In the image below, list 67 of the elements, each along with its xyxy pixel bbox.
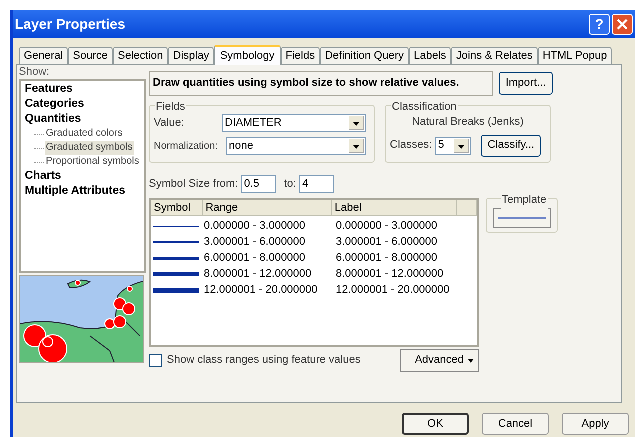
tab[interactable]: Fields bbox=[280, 47, 320, 64]
tab[interactable]: Labels bbox=[408, 47, 452, 64]
tab[interactable]: Selection bbox=[113, 47, 168, 64]
table-cell-text: 6.000001 - 8.000000 bbox=[203, 250, 307, 266]
dialog-button[interactable]: OK bbox=[402, 413, 469, 435]
tree-item[interactable]: Graduated colors bbox=[45, 127, 124, 141]
checkbox[interactable] bbox=[149, 354, 162, 367]
tab[interactable]: Definition Query bbox=[320, 47, 409, 64]
dropdown-arrow-icon bbox=[349, 139, 364, 153]
template-button[interactable] bbox=[493, 208, 551, 228]
group-title: Template bbox=[501, 192, 548, 208]
help-button[interactable]: ? bbox=[589, 14, 610, 34]
tree-item[interactable]: Quantities bbox=[24, 112, 82, 127]
window-title: Layer Properties bbox=[15, 14, 126, 34]
show-label: Show: bbox=[19, 67, 51, 78]
dialog-button[interactable]: Cancel bbox=[482, 413, 549, 435]
table-cell-text: 0.000000 - 3.000000 bbox=[335, 218, 438, 234]
table-cell-text: 0.000000 - 3.000000 bbox=[203, 218, 307, 234]
classes-dropdown[interactable]: 5 bbox=[435, 136, 472, 154]
field-label: Symbol Size from: bbox=[149, 176, 238, 192]
column-header[interactable]: Label bbox=[332, 200, 458, 215]
column-header[interactable]: Symbol bbox=[151, 200, 203, 215]
classify-button[interactable]: Classify... bbox=[481, 134, 542, 156]
column-header[interactable]: Range bbox=[202, 200, 332, 215]
tree-item[interactable]: Proportional symbols bbox=[45, 155, 140, 169]
import-button[interactable]: Import... bbox=[499, 72, 553, 95]
checkbox-label: Show class ranges using feature values bbox=[167, 353, 362, 368]
line-symbol-icon bbox=[153, 288, 199, 292]
tree-item[interactable]: Charts bbox=[24, 169, 62, 184]
table-cell-text: 3.000001 - 6.000000 bbox=[335, 234, 438, 250]
size-from-field[interactable]: 0.5 bbox=[241, 175, 276, 193]
field-label: to: bbox=[284, 176, 296, 192]
field-label: Value: bbox=[154, 116, 186, 131]
description-text: Draw quantities using symbol size to show relative values. bbox=[149, 71, 493, 96]
tab[interactable]: General bbox=[19, 47, 68, 64]
tab[interactable]: Display bbox=[168, 47, 214, 64]
line-symbol-icon bbox=[153, 256, 199, 260]
table-cell-text: 8.000001 - 12.000000 bbox=[335, 266, 444, 282]
table-cell-text: 3.000001 - 6.000000 bbox=[203, 234, 307, 250]
tree-item[interactable]: Categories bbox=[24, 97, 86, 112]
tab[interactable]: HTML Popup bbox=[538, 47, 612, 64]
tab[interactable]: Joins & Relates bbox=[451, 47, 538, 64]
line-symbol-icon bbox=[153, 272, 199, 276]
tree-item[interactable]: Multiple Attributes bbox=[24, 184, 127, 199]
advanced-button[interactable]: Advanced bbox=[400, 349, 479, 372]
table-cell-text: 6.000001 - 8.000000 bbox=[335, 250, 438, 266]
tab[interactable]: Symbology bbox=[214, 45, 281, 65]
value-dropdown[interactable]: DIAMETER bbox=[222, 114, 366, 132]
close-button[interactable] bbox=[612, 14, 633, 34]
line-symbol-icon bbox=[498, 216, 546, 218]
close-icon bbox=[617, 18, 628, 30]
tree-item[interactable]: Features bbox=[24, 82, 74, 97]
size-to-field[interactable]: 4 bbox=[299, 175, 334, 193]
normalization-dropdown[interactable]: none bbox=[226, 137, 366, 155]
table-cell-text: 12.000001 - 20.000000 bbox=[335, 282, 450, 298]
field-label: Normalization: bbox=[154, 140, 219, 154]
tree-item[interactable]: Graduated symbols bbox=[45, 141, 134, 155]
line-symbol-icon bbox=[153, 241, 199, 243]
tab[interactable]: Source bbox=[68, 47, 113, 64]
dropdown-arrow-icon bbox=[454, 138, 470, 152]
dropdown-arrow-icon bbox=[349, 116, 364, 130]
table-cell-text: 12.000001 - 20.000000 bbox=[203, 282, 319, 298]
table-cell-text: 8.000001 - 12.000000 bbox=[203, 266, 313, 282]
dialog-button[interactable]: Apply bbox=[562, 413, 629, 435]
classification-method: Natural Breaks (Jenks) bbox=[412, 115, 524, 130]
dropdown-arrow-icon bbox=[468, 358, 474, 362]
field-label: Classes: bbox=[390, 138, 432, 154]
